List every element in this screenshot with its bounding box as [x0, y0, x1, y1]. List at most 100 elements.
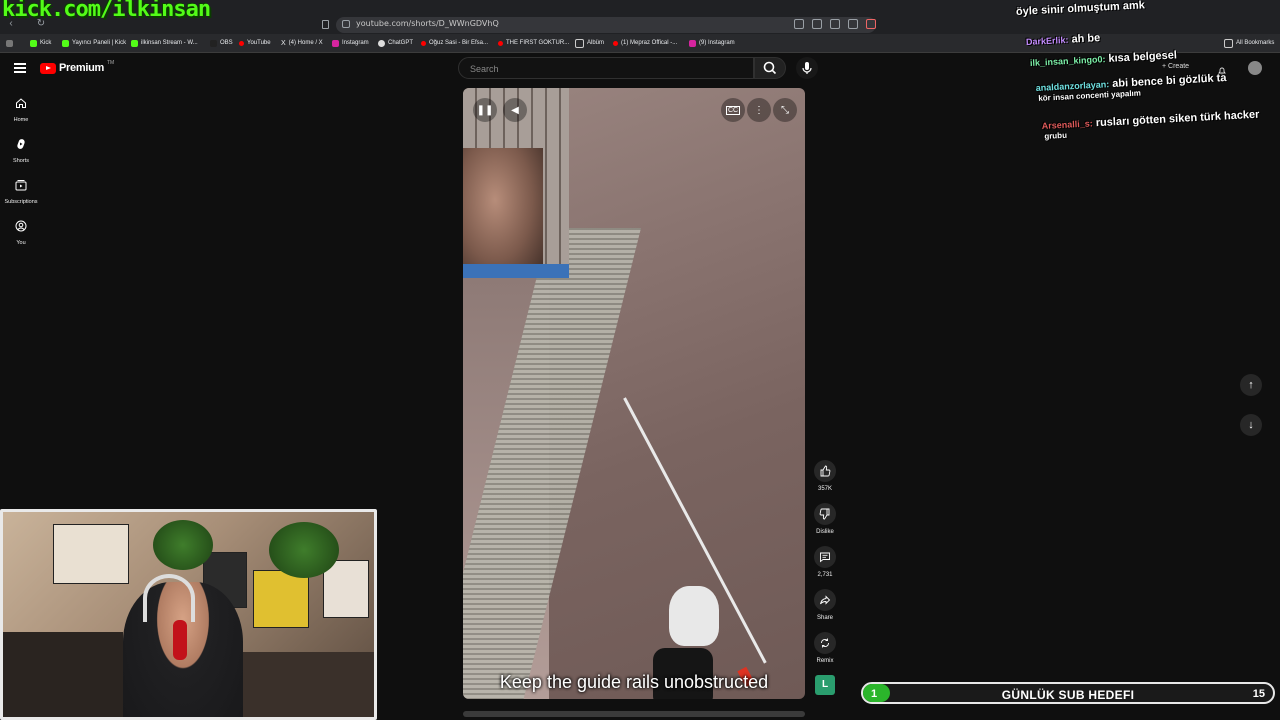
- arrow-down-icon: ↓: [1248, 419, 1254, 431]
- url-text: youtube.com/shorts/D_WWnGDVhQ: [356, 19, 499, 28]
- collapse-button[interactable]: ⤡: [773, 98, 797, 122]
- all-bookmarks[interactable]: All Bookmarks: [1224, 37, 1274, 49]
- youtube-logo[interactable]: Premium TM: [40, 60, 115, 74]
- remix-icon: [814, 632, 836, 654]
- search-button[interactable]: [754, 57, 786, 79]
- wall-poster: [53, 524, 129, 584]
- search-input[interactable]: [468, 63, 742, 75]
- you-icon: [15, 220, 27, 232]
- chat-username: DarkErlik:: [1025, 34, 1069, 47]
- bookmark-ilkinsan-stream[interactable]: ilkinsan Stream - W...: [131, 37, 198, 49]
- like-icon: [814, 460, 836, 482]
- bookmark-chatgpt[interactable]: ChatGPT: [378, 37, 413, 49]
- bookmark-album[interactable]: Albüm: [575, 37, 604, 49]
- guide-label: Subscriptions: [4, 199, 38, 205]
- bookmark-instagram[interactable]: Instagram: [332, 37, 369, 49]
- captions-button[interactable]: CC: [721, 98, 745, 122]
- remix-label: Remix: [816, 658, 834, 664]
- chat-username: ilk_insan_kingo0:: [1029, 54, 1106, 68]
- comment-icon: [814, 546, 836, 568]
- chat-username: Arsenalli_s:: [1041, 118, 1093, 131]
- dislike-icon: [814, 503, 836, 525]
- zoom-icon[interactable]: [812, 19, 822, 29]
- video-shirt: [463, 264, 569, 278]
- guide-shorts[interactable]: Shorts: [4, 137, 38, 164]
- microphone: [173, 620, 187, 660]
- youtube-play-icon: [40, 62, 56, 74]
- captions-icon: CC: [725, 105, 741, 115]
- stream-watermark: kick.com/ilkinsan: [2, 0, 211, 22]
- create-button[interactable]: + Create: [1162, 63, 1189, 70]
- pause-button[interactable]: ❚❚: [473, 98, 497, 122]
- share-button[interactable]: Share: [812, 589, 838, 621]
- more-vert-icon: ⋮: [754, 104, 764, 116]
- video-face: [463, 148, 543, 278]
- channel-avatar[interactable]: L: [815, 675, 835, 695]
- plant: [269, 522, 339, 578]
- search-icon: [763, 61, 777, 75]
- shelf: [243, 652, 374, 717]
- guide-you[interactable]: You: [4, 219, 38, 246]
- chat-message: analdanzorlayan: abi bence bi gözlük ta …: [1035, 72, 1227, 103]
- share-label: Share: [816, 615, 833, 621]
- short-video-player[interactable]: ❚❚ ◀ CC ⋮ ⤡ Keep the guide rails unobstr…: [463, 88, 805, 699]
- chat-message: Arsenalli_s: rusları götten siken türk h…: [1041, 109, 1260, 141]
- guide-label: Shorts: [13, 158, 29, 164]
- more-options-button[interactable]: ⋮: [747, 98, 771, 122]
- shorts-icon: [17, 139, 25, 149]
- dislike-label: Dislike: [816, 529, 834, 535]
- microphone-icon: [802, 62, 812, 74]
- voice-search-button[interactable]: [796, 57, 818, 79]
- share-icon: [814, 589, 836, 611]
- apps-icon[interactable]: [6, 37, 13, 49]
- cast-icon[interactable]: [794, 19, 804, 29]
- bookmark-oguz[interactable]: Oğuz Sasi - Bir Efsa...: [421, 37, 488, 49]
- sub-goal-bar: 1 GÜNLÜK SUB HEDEFI 15: [861, 682, 1275, 704]
- guide-subscriptions[interactable]: Subscriptions: [4, 178, 38, 205]
- headset: [143, 574, 195, 622]
- logo-text: Premium: [59, 62, 104, 74]
- bookmark-kick[interactable]: Kick: [30, 37, 51, 49]
- sub-goal-target: 15: [1252, 688, 1265, 700]
- bookmark-mepraz[interactable]: (1) Mepraz Offical -...: [613, 37, 677, 49]
- like-count: 357K: [817, 486, 832, 492]
- shield-icon[interactable]: [848, 19, 858, 29]
- logo-trademark: TM: [106, 60, 115, 66]
- bookmark-x[interactable]: X (4) Home / X: [281, 37, 323, 49]
- site-info-icon[interactable]: [342, 20, 350, 28]
- like-button[interactable]: 357K: [812, 460, 838, 492]
- extension-icon[interactable]: [866, 19, 876, 29]
- share-page-icon[interactable]: [830, 19, 840, 29]
- bookmark-yayinci[interactable]: Yayıncı Paneli | Kick: [62, 37, 126, 49]
- comment-count: 2,731: [817, 572, 833, 578]
- video-shoe: [669, 586, 719, 646]
- bookmark-obs[interactable]: OBS: [210, 37, 233, 49]
- comments-button[interactable]: 2,731: [812, 546, 838, 578]
- home-icon: [16, 98, 26, 108]
- couch: [3, 632, 123, 717]
- x-icon: X: [281, 39, 286, 47]
- url-action-icons: [794, 19, 876, 31]
- guide-home[interactable]: Home: [4, 96, 38, 123]
- video-caption: Keep the guide rails unobstructed: [499, 672, 769, 692]
- bookmark-goktur[interactable]: THE FIRST GOKTUR...: [498, 37, 569, 49]
- pause-icon: ❚❚: [476, 104, 494, 116]
- video-progress-bar[interactable]: [463, 711, 805, 717]
- arrow-up-icon: ↑: [1248, 379, 1254, 391]
- search-box: [458, 57, 754, 79]
- guide-label: You: [16, 240, 26, 246]
- wall-poster: [253, 570, 309, 628]
- remix-button[interactable]: Remix: [812, 632, 838, 664]
- guide-label: Home: [13, 117, 29, 123]
- dislike-button[interactable]: Dislike: [812, 503, 838, 535]
- previous-short-button[interactable]: ↑: [1240, 374, 1262, 396]
- next-short-button[interactable]: ↓: [1240, 414, 1262, 436]
- bookmark-youtube[interactable]: YouTube: [239, 37, 271, 49]
- bookmark-instagram-2[interactable]: (9) Instagram: [689, 37, 735, 49]
- webcam-overlay: [0, 509, 377, 720]
- subscriptions-icon: [15, 180, 27, 191]
- account-avatar[interactable]: [1248, 61, 1262, 75]
- bookmark-page-icon[interactable]: [322, 20, 329, 29]
- menu-icon[interactable]: [14, 63, 26, 73]
- volume-button[interactable]: ◀: [503, 98, 527, 122]
